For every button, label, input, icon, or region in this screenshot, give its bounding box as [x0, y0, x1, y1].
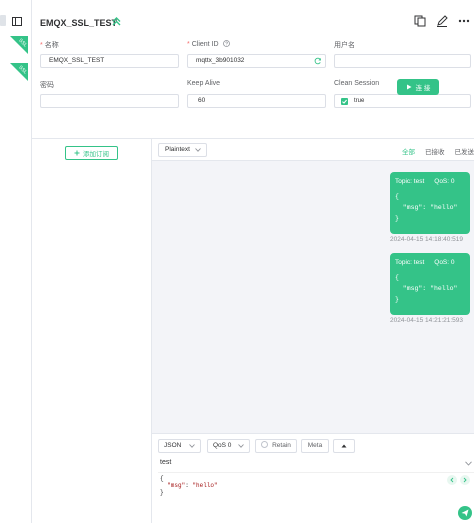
- history-next-icon[interactable]: [460, 475, 470, 485]
- clean-session-field[interactable]: true: [334, 94, 471, 108]
- messages-toolbar: Plaintext 全部 已接收 已发送: [152, 139, 474, 161]
- tab-sent[interactable]: 已发送: [455, 146, 474, 156]
- connect-button[interactable]: 连 接: [397, 79, 439, 95]
- history-prev-icon[interactable]: [447, 475, 457, 485]
- message-payload: { "msg": "hello" }: [395, 193, 458, 222]
- name-label: * 名称: [40, 42, 59, 49]
- payload-line: }: [160, 489, 164, 496]
- password-label: 密码: [40, 82, 54, 89]
- payload-editor[interactable]: { "msg": "hello" }: [158, 472, 474, 523]
- clean-session-value: true: [354, 98, 365, 104]
- chevron-down-icon[interactable]: [465, 461, 472, 466]
- checkbox-checked-icon[interactable]: [341, 98, 348, 105]
- retain-label: Retain: [272, 442, 291, 449]
- client-id-label: * Client ID: [187, 40, 230, 48]
- payload-format-value: Plaintext: [165, 146, 190, 153]
- message-qos: QoS: 0: [434, 178, 455, 185]
- keepalive-field[interactable]: 60: [187, 94, 326, 108]
- caret-up-icon: [341, 444, 347, 448]
- qos-select[interactable]: QoS 0: [207, 439, 250, 453]
- radio-icon: [261, 441, 269, 448]
- keepalive-label: Keep Alive: [187, 80, 221, 87]
- help-circle-icon[interactable]: [222, 40, 230, 47]
- connection-item[interactable]: SSL: [6, 63, 28, 83]
- payload-line: {: [160, 475, 164, 482]
- message-list: Topic: test QoS: 0 { "msg": "hello" } 202…: [152, 161, 474, 433]
- topic-input[interactable]: test: [160, 459, 171, 466]
- send-button[interactable]: [458, 506, 472, 520]
- message-meta: Topic: test QoS: 0: [395, 259, 465, 266]
- message-time: 2024-04-15 14:21:21:593: [390, 317, 464, 324]
- chevron-down-icon: [189, 444, 195, 448]
- add-subscription-label: 添加订阅: [83, 151, 109, 158]
- message-filter-tabs: 全部 已接收 已发送: [402, 146, 474, 156]
- tab-received[interactable]: 已接收: [425, 146, 445, 156]
- message-qos: QoS: 0: [434, 259, 455, 266]
- send-icon: [461, 509, 469, 517]
- message-topic: Topic: test: [395, 259, 425, 266]
- meta-button[interactable]: Meta: [301, 439, 329, 453]
- subscriptions-panel: 添加订阅: [32, 139, 152, 523]
- message-composer: JSON QoS 0 Retain Meta test { "msg": "he…: [152, 433, 474, 523]
- chevron-down-icon: [195, 148, 201, 152]
- connection-header: EMQX_SSL_TEST: [32, 0, 474, 40]
- name-field[interactable]: EMQX_SSL_TEST: [40, 54, 179, 68]
- tab-all[interactable]: 全部: [402, 146, 415, 156]
- play-icon: [406, 84, 412, 90]
- connection-sidebar: SSL SSL: [0, 0, 32, 523]
- sidebar-edge-icon[interactable]: [0, 15, 6, 26]
- expand-meta-button[interactable]: [333, 439, 355, 453]
- message-payload: { "msg": "hello" }: [395, 274, 458, 303]
- add-subscription-button[interactable]: 添加订阅: [65, 146, 118, 160]
- workspace: 添加订阅 Plaintext 全部 已接收 已发送 Topic: test QoS…: [32, 138, 474, 523]
- copy-icon[interactable]: [414, 15, 426, 27]
- more-icon[interactable]: [458, 15, 470, 27]
- refresh-icon[interactable]: [314, 57, 322, 65]
- payload-value: "hello": [192, 482, 218, 489]
- message-topic: Topic: test: [395, 178, 425, 185]
- history-nav: [447, 475, 470, 485]
- username-label: 用户名: [334, 42, 355, 49]
- payload-type-value: JSON: [164, 442, 182, 449]
- chevron-up-icon[interactable]: [112, 17, 121, 26]
- message-bubble[interactable]: Topic: test QoS: 0 { "msg": "hello" }: [390, 253, 470, 315]
- connect-label: 连 接: [415, 85, 431, 92]
- panel-toggle-icon[interactable]: [12, 17, 22, 26]
- messages-panel: Plaintext 全部 已接收 已发送 Topic: test QoS: 0 {…: [152, 139, 474, 523]
- client-id-field[interactable]: mqttx_3b901032: [187, 54, 326, 68]
- qos-value: QoS 0: [213, 442, 232, 449]
- chevron-down-icon: [238, 444, 244, 448]
- message-bubble[interactable]: Topic: test QoS: 0 { "msg": "hello" }: [390, 172, 470, 234]
- payload-format-select[interactable]: Plaintext: [158, 143, 207, 157]
- payload-key: "msg": [167, 482, 186, 489]
- connection-item[interactable]: SSL: [6, 36, 28, 56]
- connection-title: EMQX_SSL_TEST: [40, 18, 118, 28]
- message-time: 2024-04-15 14:18:40:519: [390, 236, 464, 243]
- payload-type-select[interactable]: JSON: [158, 439, 201, 453]
- clean-session-label: Clean Session: [334, 80, 380, 87]
- client-id-value: mqttx_3b901032: [196, 57, 245, 64]
- username-field[interactable]: [334, 54, 471, 68]
- plus-icon: [74, 150, 80, 156]
- message-meta: Topic: test QoS: 0: [395, 178, 465, 185]
- header-actions: [414, 15, 470, 27]
- edit-icon[interactable]: [436, 15, 448, 27]
- retain-toggle[interactable]: Retain: [255, 439, 297, 453]
- password-field[interactable]: [40, 94, 179, 108]
- connection-list: SSL SSL: [6, 36, 28, 90]
